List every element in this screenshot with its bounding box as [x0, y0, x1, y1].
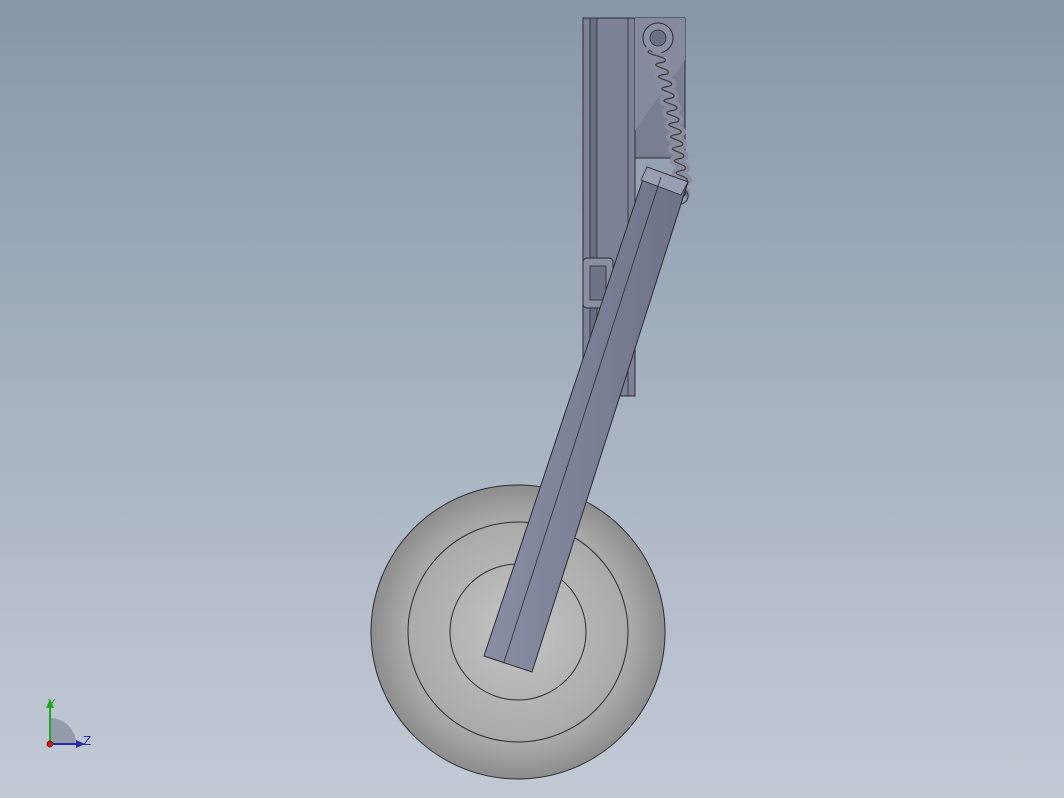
model-view[interactable] — [0, 0, 1064, 798]
graphics-viewport[interactable]: Y Z — [0, 0, 1064, 798]
y-axis-label: Y — [48, 697, 56, 711]
coordinate-triad: Y Z — [40, 696, 100, 756]
z-axis-label: Z — [83, 734, 92, 748]
origin-dot — [46, 740, 54, 748]
